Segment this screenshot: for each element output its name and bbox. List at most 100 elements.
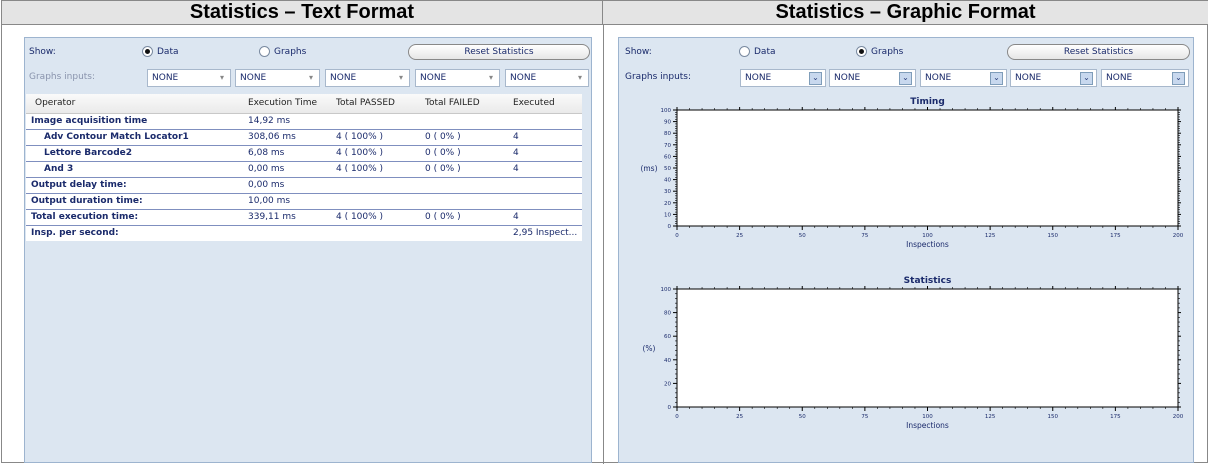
- graphs-input-select-3[interactable]: NONE ▾: [325, 69, 410, 87]
- show-label: Show:: [29, 47, 56, 57]
- time-cell: 6,08 ms: [248, 148, 285, 158]
- executed-cell: 4: [513, 132, 519, 142]
- graphs-radio-label[interactable]: Graphs: [274, 47, 306, 57]
- chevron-down-icon: ⌄: [1172, 72, 1185, 85]
- chevron-down-icon: ⌄: [1080, 72, 1093, 85]
- table-row[interactable]: Adv Contour Match Locator1 308,06 ms 4 ( 1…: [26, 130, 582, 146]
- x-tick-label: 125: [985, 414, 996, 420]
- show-row: Show: Data Graphs Reset Statistics: [25, 44, 591, 62]
- graphs-input-select-5[interactable]: NONE ⌄: [1101, 69, 1189, 87]
- executed-cell: 2,95 Inspect...: [513, 228, 578, 238]
- graphs-input-select-5[interactable]: NONE ▾: [505, 69, 589, 87]
- x-tick-label: 25: [736, 233, 743, 239]
- graphs-input-select-4[interactable]: NONE ▾: [415, 69, 500, 87]
- chevron-down-icon: ▾: [488, 73, 493, 82]
- x-tick-label: 200: [1173, 414, 1184, 420]
- operator-cell: Output duration time:: [31, 196, 143, 206]
- operator-cell: Lettore Barcode2: [44, 148, 133, 158]
- table-row[interactable]: Insp. per second: 2,95 Inspect...: [26, 226, 582, 241]
- chevron-down-icon: ⌄: [990, 72, 1003, 85]
- failed-cell: 0 ( 0% ): [425, 132, 461, 142]
- y-tick-label: 30: [664, 189, 671, 195]
- table-row[interactable]: Lettore Barcode2 6,08 ms 4 ( 100% ) 0 ( 0% …: [26, 146, 582, 162]
- y-tick-label: 60: [664, 334, 671, 340]
- operator-cell: Image acquisition time: [31, 116, 148, 126]
- y-tick-label: 100: [661, 108, 672, 114]
- table-row[interactable]: Output delay time: 0,00 ms: [26, 178, 582, 194]
- table-row[interactable]: And 3 0,00 ms 4 ( 100% ) 0 ( 0% ) 4: [26, 162, 582, 178]
- time-cell: 0,00 ms: [248, 164, 285, 174]
- column-total-passed[interactable]: Total PASSED: [336, 98, 395, 108]
- x-tick-label: 25: [736, 414, 743, 420]
- x-tick-label: 175: [1110, 233, 1121, 239]
- operator-cell: Insp. per second:: [31, 228, 119, 238]
- graphs-radio-label[interactable]: Graphs: [871, 47, 903, 57]
- column-execution-time[interactable]: Execution Time: [248, 98, 317, 108]
- graphs-input-select-1[interactable]: NONE ⌄: [740, 69, 826, 87]
- graphs-inputs-row: Graphs inputs: NONE ▾ NONE ▾ NONE ▾ NONE ▾ N…: [25, 69, 591, 89]
- x-tick-label: 125: [985, 233, 996, 239]
- data-radio[interactable]: [739, 46, 750, 57]
- x-tick-label: 50: [799, 414, 806, 420]
- x-tick-label: 75: [861, 414, 868, 420]
- x-axis-label: Inspections: [906, 421, 949, 430]
- graphs-input-select-3[interactable]: NONE ⌄: [920, 69, 1007, 87]
- graphs-area: Timing 0 10 20 30 40 50 60 70 80 90 100 0 25 50 75 100 12…: [640, 97, 1184, 430]
- y-tick-label: 0: [668, 405, 672, 411]
- passed-cell: 4 ( 100% ): [336, 132, 384, 142]
- column-total-failed[interactable]: Total FAILED: [425, 98, 480, 108]
- failed-cell: 0 ( 0% ): [425, 212, 461, 222]
- statistics-graphic-panel: Show: Data Graphs Reset Statistics Graph…: [618, 37, 1194, 463]
- statistics-table: Operator Execution Time Total PASSED Tot…: [26, 94, 582, 241]
- chevron-down-icon: ▾: [398, 73, 403, 82]
- y-tick-label: 40: [664, 358, 671, 364]
- y-tick-label: 90: [664, 120, 671, 126]
- graphs-inputs-label: Graphs inputs:: [29, 72, 96, 82]
- data-radio-label[interactable]: Data: [157, 47, 179, 57]
- graphs-inputs-row: Graphs inputs: NONE ⌄ NONE ⌄ NONE ⌄ NONE ⌄ N…: [619, 69, 1193, 89]
- passed-cell: 4 ( 100% ): [336, 148, 384, 158]
- x-tick-label: 0: [675, 233, 679, 239]
- column-operator[interactable]: Operator: [35, 98, 75, 108]
- y-tick-label: 50: [664, 166, 671, 172]
- y-tick-label: 100: [661, 287, 672, 293]
- time-cell: 339,11 ms: [248, 212, 296, 222]
- x-axis-label: Inspections: [906, 240, 949, 249]
- graphs-radio[interactable]: [259, 46, 270, 57]
- table-header: Operator Execution Time Total PASSED Tot…: [26, 94, 582, 114]
- reset-statistics-button[interactable]: Reset Statistics: [1007, 44, 1190, 60]
- operator-cell: Adv Contour Match Locator1: [44, 132, 189, 142]
- chevron-down-icon: ⌄: [809, 72, 822, 85]
- failed-cell: 0 ( 0% ): [425, 164, 461, 174]
- graphs-input-select-1[interactable]: NONE ▾: [147, 69, 231, 87]
- time-cell: 14,92 ms: [248, 116, 291, 126]
- x-tick-label: 100: [922, 233, 933, 239]
- time-cell: 10,00 ms: [248, 196, 291, 206]
- data-radio-label[interactable]: Data: [754, 47, 776, 57]
- statistics-text-panel: Show: Data Graphs Reset Statistics Graph…: [24, 37, 592, 463]
- table-row[interactable]: Image acquisition time 14,92 ms: [26, 114, 582, 130]
- reset-statistics-button[interactable]: Reset Statistics: [408, 44, 590, 60]
- data-radio[interactable]: [142, 46, 153, 57]
- show-row: Show: Data Graphs Reset Statistics: [619, 44, 1193, 62]
- passed-cell: 4 ( 100% ): [336, 212, 384, 222]
- operator-cell: And 3: [44, 164, 74, 174]
- chart-title: Statistics: [904, 276, 952, 286]
- y-axis-label: (%): [643, 344, 656, 353]
- y-tick-label: 20: [664, 201, 671, 207]
- y-tick-label: 80: [664, 311, 671, 317]
- graphs-input-select-4[interactable]: NONE ⌄: [1010, 69, 1097, 87]
- chevron-down-icon: ▾: [219, 73, 224, 82]
- chevron-down-icon: ⌄: [899, 72, 912, 85]
- graphs-input-select-2[interactable]: NONE ▾: [235, 69, 320, 87]
- graphs-input-select-2[interactable]: NONE ⌄: [829, 69, 916, 87]
- graphs-radio[interactable]: [856, 46, 867, 57]
- x-tick-label: 150: [1048, 233, 1059, 239]
- x-tick-label: 50: [799, 233, 806, 239]
- table-row[interactable]: Total execution time: 339,11 ms 4 ( 100% )…: [26, 210, 582, 226]
- y-axis-label: (ms): [640, 164, 657, 173]
- text-format-heading: Statistics – Text Format: [2, 1, 603, 25]
- column-executed[interactable]: Executed: [513, 98, 555, 108]
- y-tick-label: 70: [664, 143, 671, 149]
- table-row[interactable]: Output duration time: 10,00 ms: [26, 194, 582, 210]
